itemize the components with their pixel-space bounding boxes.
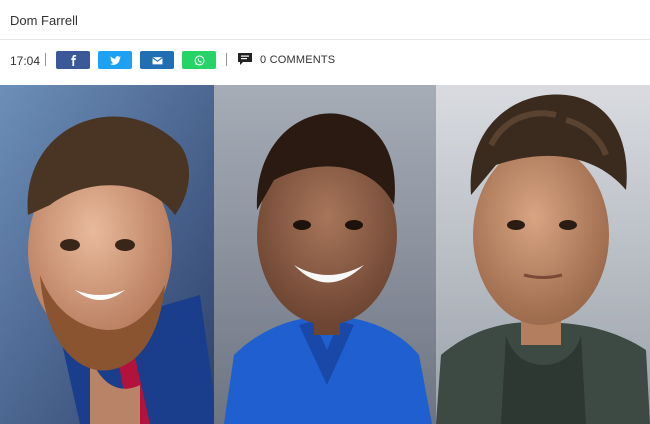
twitter-icon [109,55,121,65]
player-photo-left [0,85,218,424]
article-hero-image [0,85,650,424]
share-email-button[interactable] [140,51,174,69]
publish-time: 17:04 [10,54,41,68]
share-whatsapp-button[interactable] [182,51,216,69]
email-icon [151,56,163,64]
share-facebook-button[interactable] [56,51,90,69]
author-name[interactable]: Dom Farrell [10,13,78,28]
author-bar: Dom Farrell [0,0,650,40]
player-photo-right [436,85,650,424]
whatsapp-icon [194,55,204,65]
player-photo-center [214,85,440,424]
comments-count-link[interactable]: 0 COMMENTS [260,54,335,66]
share-twitter-button[interactable] [98,51,132,69]
facebook-icon [70,54,76,66]
article-meta-bar: 17:04 0 COMMENTS [0,40,650,85]
comment-icon[interactable] [237,52,253,66]
divider [45,53,46,66]
divider [226,53,227,66]
